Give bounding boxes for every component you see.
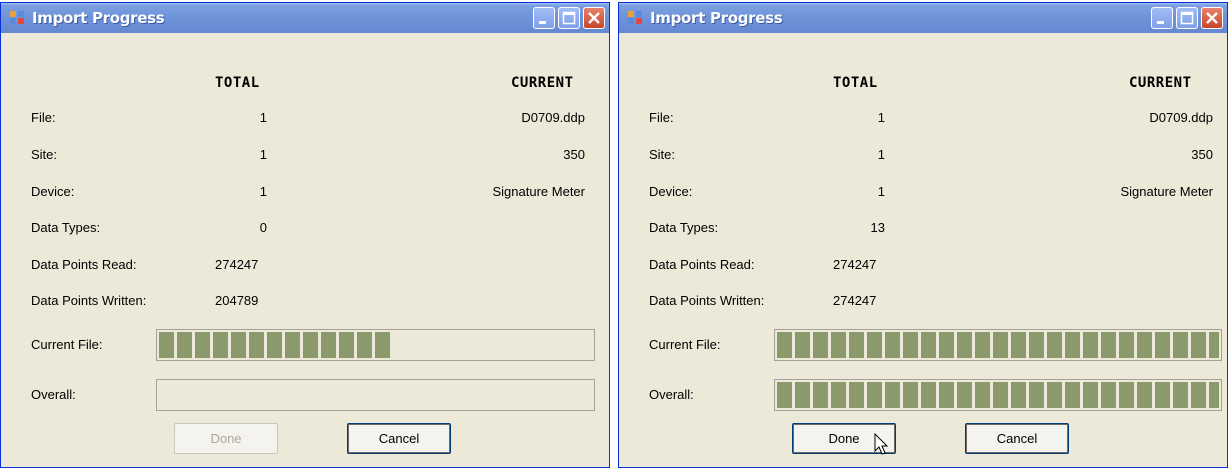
overall-progress-bar <box>156 379 595 411</box>
site-total: 1 <box>877 147 885 162</box>
data-points-written-total: 274247 <box>833 293 877 308</box>
file-label: File: <box>649 110 674 125</box>
device-current: Signature Meter <box>1120 184 1214 199</box>
current-file-progress-bar <box>156 329 595 361</box>
data-points-written-label: Data Points Written: <box>649 293 765 308</box>
total-header: TOTAL <box>215 75 260 91</box>
minimize-button[interactable] <box>1151 7 1173 29</box>
current-file-label: Current File: <box>31 337 103 352</box>
data-types-total: 13 <box>870 220 885 235</box>
data-points-read-total: 274247 <box>215 257 259 272</box>
cancel-button[interactable]: Cancel <box>965 423 1069 454</box>
data-points-read-total: 274247 <box>833 257 877 272</box>
overall-progress-bar <box>774 379 1222 411</box>
device-label: Device: <box>31 184 75 199</box>
data-points-read-label: Data Points Read: <box>649 257 755 272</box>
app-window-icon <box>628 11 643 25</box>
current-file-progress-fill <box>777 332 1219 358</box>
close-button[interactable] <box>583 7 605 29</box>
data-points-written-label: Data Points Written: <box>31 293 147 308</box>
data-types-label: Data Types: <box>31 220 101 235</box>
mouse-pointer-icon <box>874 433 889 455</box>
data-points-written-total: 204789 <box>215 293 259 308</box>
window-title: Import Progress <box>32 9 165 27</box>
current-header: CURRENT <box>511 75 574 91</box>
close-button[interactable] <box>1201 7 1223 29</box>
device-current: Signature Meter <box>492 184 586 199</box>
site-current: 350 <box>563 147 585 162</box>
data-types-label: Data Types: <box>649 220 719 235</box>
file-total: 1 <box>877 110 885 125</box>
device-total: 1 <box>259 184 267 199</box>
site-label: Site: <box>31 147 58 162</box>
file-total: 1 <box>259 110 267 125</box>
current-file-progress-bar <box>774 329 1222 361</box>
overall-progress-fill <box>777 382 1219 408</box>
overall-label: Overall: <box>31 387 76 402</box>
minimize-icon <box>539 21 546 24</box>
device-total: 1 <box>877 184 885 199</box>
maximize-button[interactable] <box>1176 7 1198 29</box>
minimize-icon <box>1157 21 1164 24</box>
site-total: 1 <box>259 147 267 162</box>
site-label: Site: <box>649 147 676 162</box>
current-header: CURRENT <box>1129 75 1192 91</box>
done-button[interactable]: Done <box>174 423 278 454</box>
file-current: D0709.ddp <box>521 110 585 125</box>
title-bar[interactable]: Import Progress <box>1 3 609 33</box>
maximize-button[interactable] <box>558 7 580 29</box>
close-icon <box>588 12 600 24</box>
file-current: D0709.ddp <box>1149 110 1213 125</box>
data-types-total: 0 <box>259 220 267 235</box>
site-current: 350 <box>1191 147 1213 162</box>
maximize-icon <box>1180 11 1194 25</box>
title-bar[interactable]: Import Progress <box>619 3 1227 33</box>
total-header: TOTAL <box>833 75 878 91</box>
window-title: Import Progress <box>650 9 783 27</box>
maximize-icon <box>562 11 576 25</box>
overall-label: Overall: <box>649 387 694 402</box>
close-icon <box>1206 12 1218 24</box>
current-file-progress-fill <box>159 332 393 358</box>
device-label: Device: <box>649 184 693 199</box>
file-label: File: <box>31 110 56 125</box>
current-file-label: Current File: <box>649 337 721 352</box>
import-progress-window-left: Import Progress TOTAL CURRENT File: 1 D0… <box>0 2 610 468</box>
app-window-icon <box>10 11 25 25</box>
minimize-button[interactable] <box>533 7 555 29</box>
import-progress-window-right: Import Progress TOTAL CURRENT File: 1 D0… <box>618 2 1228 468</box>
cancel-button[interactable]: Cancel <box>347 423 451 454</box>
data-points-read-label: Data Points Read: <box>31 257 137 272</box>
